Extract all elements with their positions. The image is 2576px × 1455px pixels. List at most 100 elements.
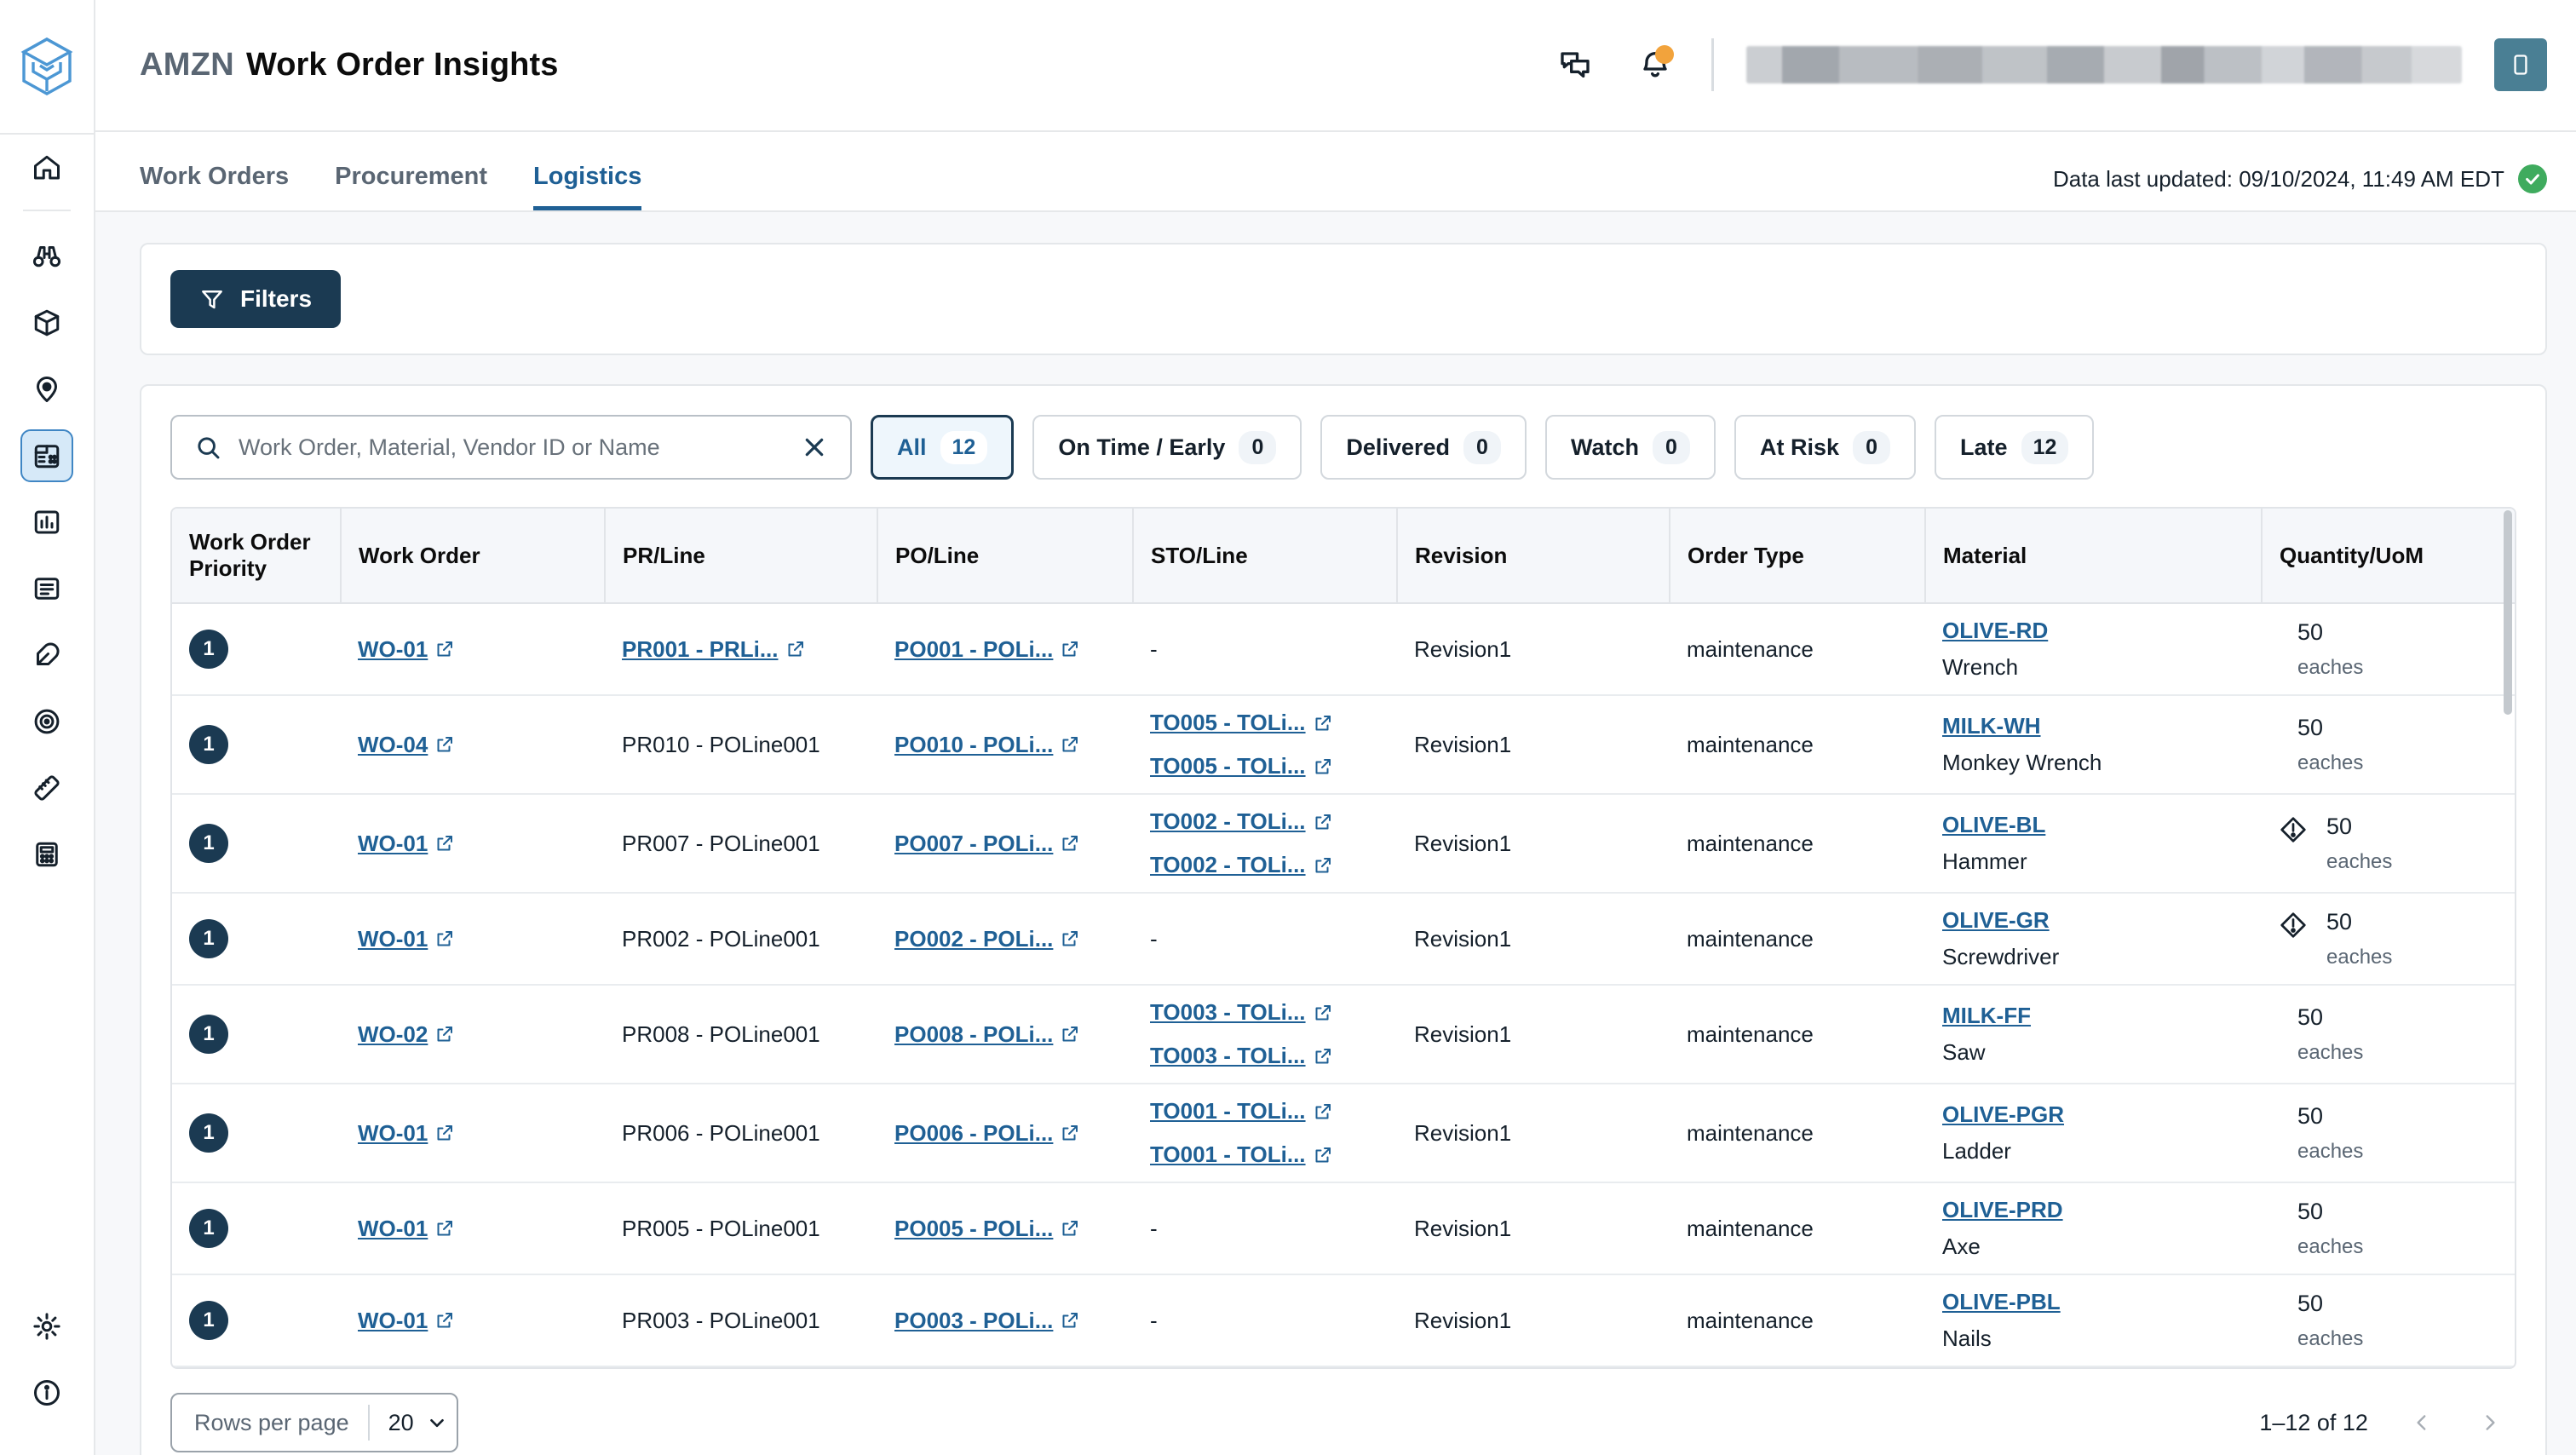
po-line-link[interactable]: PO010 - POLi... xyxy=(894,732,1116,758)
po-line-link[interactable]: PO001 - POLi... xyxy=(894,636,1116,663)
external-link-icon[interactable] xyxy=(1060,1310,1080,1331)
external-link-icon[interactable] xyxy=(1313,756,1333,777)
material-code-link[interactable]: OLIVE-RD xyxy=(1942,618,2048,643)
table-vertical-scrollbar[interactable] xyxy=(2499,509,2515,1367)
external-link-icon[interactable] xyxy=(1313,855,1333,876)
col-quantity-uom[interactable]: Quantity/UoM xyxy=(2262,509,2515,605)
col-po-line[interactable]: PO/Line xyxy=(877,509,1134,605)
external-link-icon[interactable] xyxy=(434,734,455,755)
chip-at-risk[interactable]: At Risk 0 xyxy=(1734,415,1917,480)
external-link-icon[interactable] xyxy=(1060,639,1080,659)
po-line-link[interactable]: PO002 - POLi... xyxy=(894,926,1116,952)
work-order-link[interactable]: WO-02 xyxy=(358,1021,588,1048)
external-link-icon[interactable] xyxy=(434,639,455,659)
pagination-prev-button[interactable] xyxy=(2407,1408,2436,1437)
external-link-icon[interactable] xyxy=(1060,833,1080,854)
app-logo[interactable] xyxy=(0,0,94,135)
external-link-icon[interactable] xyxy=(1313,1101,1333,1122)
col-revision[interactable]: Revision xyxy=(1397,509,1670,605)
external-link-icon[interactable] xyxy=(785,639,806,659)
col-material[interactable]: Material xyxy=(1925,509,2263,605)
col-pr-line[interactable]: PR/Line xyxy=(605,509,878,605)
sidebar-item-goals[interactable] xyxy=(20,695,73,748)
notifications-button[interactable] xyxy=(1631,41,1679,89)
po-line-link[interactable]: PO008 - POLi... xyxy=(894,1021,1116,1048)
pr-line-value[interactable]: PR001 - PRLi... xyxy=(622,636,860,663)
sidebar-item-notes[interactable] xyxy=(20,629,73,681)
po-line-link[interactable]: PO003 - POLi... xyxy=(894,1308,1116,1334)
search-box[interactable] xyxy=(170,415,852,480)
sto-line-link[interactable]: TO001 - TOLi... xyxy=(1150,1098,1380,1124)
sidebar-item-calculator[interactable] xyxy=(20,828,73,881)
scrollbar-thumb[interactable] xyxy=(2503,510,2512,716)
col-work-order-priority[interactable]: Work Order Priority xyxy=(172,509,342,605)
external-link-icon[interactable] xyxy=(1060,1218,1080,1239)
work-order-link[interactable]: WO-01 xyxy=(358,1308,588,1334)
chevron-down-icon[interactable] xyxy=(426,1412,448,1434)
external-link-icon[interactable] xyxy=(434,929,455,949)
external-link-icon[interactable] xyxy=(1060,734,1080,755)
sto-line-link[interactable]: TO005 - TOLi... xyxy=(1150,753,1380,779)
external-link-icon[interactable] xyxy=(1313,1145,1333,1165)
sidebar-item-work-orders[interactable] xyxy=(20,429,73,482)
tab-logistics[interactable]: Logistics xyxy=(533,163,642,211)
po-line-link[interactable]: PO005 - POLi... xyxy=(894,1216,1116,1242)
sidebar-item-analytics[interactable] xyxy=(20,496,73,549)
sidebar-item-home[interactable] xyxy=(20,141,73,194)
rows-per-page-control[interactable]: Rows per page 20 xyxy=(170,1393,458,1453)
sto-line-link[interactable]: TO001 - TOLi... xyxy=(1150,1142,1380,1168)
external-link-icon[interactable] xyxy=(434,1123,455,1143)
material-code-link[interactable]: OLIVE-PGR xyxy=(1942,1101,2064,1127)
chip-late[interactable]: Late 12 xyxy=(1935,415,2095,480)
po-line-link[interactable]: PO007 - POLi... xyxy=(894,831,1116,857)
avatar[interactable] xyxy=(2493,38,2547,92)
external-link-icon[interactable] xyxy=(1060,1024,1080,1044)
sto-line-link[interactable]: TO005 - TOLi... xyxy=(1150,710,1380,736)
material-code-link[interactable]: OLIVE-PRD xyxy=(1942,1197,2063,1222)
external-link-icon[interactable] xyxy=(434,833,455,854)
material-code-link[interactable]: OLIVE-BL xyxy=(1942,812,2045,837)
sidebar-item-info[interactable] xyxy=(20,1366,73,1419)
sidebar-item-measure[interactable] xyxy=(20,762,73,814)
material-code-link[interactable]: MILK-WH xyxy=(1942,713,2041,739)
external-link-icon[interactable] xyxy=(1060,929,1080,949)
chip-delivered[interactable]: Delivered 0 xyxy=(1320,415,1527,480)
tab-procurement[interactable]: Procurement xyxy=(335,163,487,210)
work-order-link[interactable]: WO-01 xyxy=(358,831,588,857)
sidebar-item-locations[interactable] xyxy=(20,363,73,416)
sto-line-link[interactable]: TO002 - TOLi... xyxy=(1150,852,1380,878)
external-link-icon[interactable] xyxy=(1313,713,1333,733)
sto-line-link[interactable]: TO003 - TOLi... xyxy=(1150,1043,1380,1069)
external-link-icon[interactable] xyxy=(434,1218,455,1239)
chip-watch[interactable]: Watch 0 xyxy=(1545,415,1716,480)
sto-line-link[interactable]: TO002 - TOLi... xyxy=(1150,808,1380,835)
external-link-icon[interactable] xyxy=(1060,1123,1080,1143)
external-link-icon[interactable] xyxy=(1313,1046,1333,1067)
chip-all[interactable]: All 12 xyxy=(871,415,1015,480)
work-order-link[interactable]: WO-01 xyxy=(358,1216,588,1242)
sidebar-item-reports[interactable] xyxy=(20,562,73,615)
material-code-link[interactable]: OLIVE-PBL xyxy=(1942,1289,2061,1314)
po-line-link[interactable]: PO006 - POLi... xyxy=(894,1120,1116,1147)
material-code-link[interactable]: MILK-FF xyxy=(1942,1003,2031,1028)
col-order-type[interactable]: Order Type xyxy=(1670,509,1926,605)
chat-button[interactable] xyxy=(1551,41,1599,89)
material-code-link[interactable]: OLIVE-GR xyxy=(1942,907,2050,933)
work-order-link[interactable]: WO-04 xyxy=(358,732,588,758)
search-input[interactable] xyxy=(239,434,784,461)
work-order-link[interactable]: WO-01 xyxy=(358,636,588,663)
sidebar-item-inventory[interactable] xyxy=(20,296,73,349)
work-order-link[interactable]: WO-01 xyxy=(358,926,588,952)
work-order-link[interactable]: WO-01 xyxy=(358,1120,588,1147)
external-link-icon[interactable] xyxy=(434,1310,455,1331)
sidebar-item-discover[interactable] xyxy=(20,230,73,283)
external-link-icon[interactable] xyxy=(1313,812,1333,832)
sto-line-link[interactable]: TO003 - TOLi... xyxy=(1150,999,1380,1026)
tab-work-orders[interactable]: Work Orders xyxy=(140,163,289,210)
clear-search-icon[interactable] xyxy=(801,434,828,461)
col-sto-line[interactable]: STO/Line xyxy=(1133,509,1398,605)
external-link-icon[interactable] xyxy=(434,1024,455,1044)
pagination-next-button[interactable] xyxy=(2475,1408,2504,1437)
chip-on-time-early[interactable]: On Time / Early 0 xyxy=(1032,415,1302,480)
external-link-icon[interactable] xyxy=(1313,1003,1333,1023)
